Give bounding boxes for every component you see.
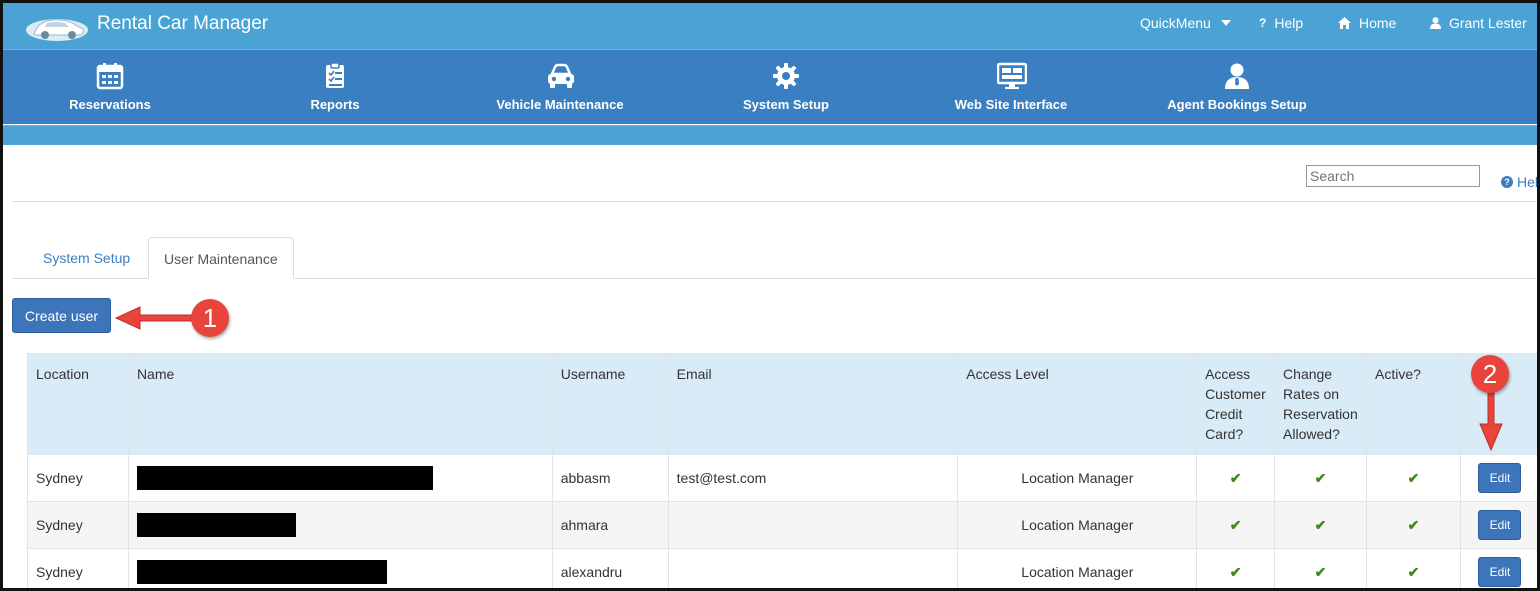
cell-actions: Edit — [1459, 548, 1540, 591]
create-user-button[interactable]: Create user — [12, 298, 111, 333]
user-menu[interactable]: Grant Lester — [1430, 15, 1527, 31]
help-link[interactable]: ? Hel — [1501, 174, 1538, 190]
nav-web-site-interface[interactable]: Web Site Interface — [911, 50, 1111, 125]
gear-icon — [773, 63, 799, 89]
tab-user-maintenance[interactable]: User Maintenance — [148, 237, 294, 279]
arrow-down-icon — [1479, 391, 1503, 452]
user-name: Grant Lester — [1449, 15, 1527, 31]
redacted-name — [136, 560, 387, 584]
edit-button[interactable]: Edit — [1478, 557, 1522, 587]
header-change-rates[interactable]: Change Rates on Reservation Allowed? — [1274, 353, 1368, 455]
cell-username: ahmara — [551, 501, 669, 549]
main-nav: Reservations Reports Vehicle Maintenance — [0, 49, 1540, 124]
table-row: Sydney abbasm test@test.com Location Man… — [27, 454, 1540, 502]
sub-nav-strip — [0, 125, 1540, 145]
divider — [12, 201, 1536, 202]
home-link[interactable]: Home — [1338, 15, 1396, 31]
check-icon: ✔ — [1366, 548, 1461, 591]
check-icon: ✔ — [1274, 548, 1368, 591]
tab-system-setup[interactable]: System Setup — [28, 237, 145, 279]
cell-location: Sydney — [27, 548, 129, 591]
header-username[interactable]: Username — [551, 353, 669, 455]
cell-username: abbasm — [551, 454, 669, 502]
header-email[interactable]: Email — [667, 353, 959, 455]
nav-label: Reports — [310, 97, 360, 112]
nav-reports[interactable]: Reports — [235, 50, 435, 125]
header-access-level[interactable]: Access Level — [957, 353, 1198, 455]
check-icon: ✔ — [1366, 454, 1461, 502]
callout-badge-1: 1 — [191, 299, 229, 337]
check-icon: ✔ — [1196, 501, 1276, 549]
help-link-top[interactable]: ? Help — [1259, 15, 1303, 31]
nav-label: Vehicle Maintenance — [496, 97, 624, 112]
nav-reservations[interactable]: Reservations — [10, 50, 210, 125]
nav-label: System Setup — [743, 97, 829, 112]
help-label: Help — [1274, 15, 1304, 31]
nav-vehicle-maintenance[interactable]: Vehicle Maintenance — [460, 50, 660, 125]
nav-agent-bookings-setup[interactable]: Agent Bookings Setup — [1137, 50, 1337, 125]
person-icon — [1225, 63, 1249, 89]
users-table: Location Name Username Email Access Leve… — [27, 353, 1540, 591]
cell-access-level: Location Manager — [957, 454, 1198, 502]
table-header-row: Location Name Username Email Access Leve… — [27, 353, 1540, 455]
edit-button[interactable]: Edit — [1478, 510, 1522, 540]
help-circle-icon: ? — [1501, 176, 1513, 188]
arrow-left-icon — [114, 306, 195, 330]
nav-system-setup[interactable]: System Setup — [686, 50, 886, 125]
cell-access-level: Location Manager — [957, 548, 1198, 591]
user-icon — [1430, 17, 1441, 29]
car-logo-icon — [26, 19, 88, 41]
table-row: Sydney ahmara Location Manager ✔ ✔ ✔ Edi… — [27, 501, 1540, 549]
table-row: Sydney alexandru Location Manager ✔ ✔ ✔ … — [27, 548, 1540, 591]
quickmenu-label: QuickMenu — [1140, 15, 1211, 31]
cell-location: Sydney — [27, 454, 129, 502]
quickmenu-dropdown[interactable]: QuickMenu — [1140, 15, 1231, 31]
redacted-name — [136, 513, 296, 537]
home-label: Home — [1359, 15, 1397, 31]
cell-actions: Edit — [1459, 501, 1540, 549]
header-active[interactable]: Active? — [1366, 353, 1461, 455]
app-title[interactable]: Rental Car Manager — [97, 13, 268, 35]
top-bar: Rental Car Manager QuickMenu ? Help Home… — [0, 0, 1540, 49]
calendar-icon — [96, 63, 124, 90]
cell-email — [667, 501, 959, 549]
cell-email — [667, 548, 959, 591]
cell-actions: Edit — [1459, 454, 1540, 502]
caret-down-icon — [1220, 20, 1231, 26]
check-icon: ✔ — [1274, 454, 1368, 502]
cell-username: alexandru — [551, 548, 669, 591]
cell-name — [127, 548, 553, 591]
cell-email: test@test.com — [667, 454, 959, 502]
home-icon — [1338, 17, 1351, 29]
help-link-label: Hel — [1517, 174, 1539, 190]
cell-name — [127, 501, 553, 549]
check-icon: ✔ — [1366, 501, 1461, 549]
callout-badge-2: 2 — [1471, 355, 1509, 393]
cell-access-level: Location Manager — [957, 501, 1198, 549]
nav-label: Web Site Interface — [954, 97, 1068, 112]
check-icon: ✔ — [1196, 548, 1276, 591]
header-name[interactable]: Name — [127, 353, 553, 455]
nav-label: Reservations — [69, 97, 151, 112]
edit-button[interactable]: Edit — [1478, 463, 1522, 493]
cell-location: Sydney — [27, 501, 129, 549]
monitor-icon — [997, 62, 1027, 89]
clipboard-icon — [326, 62, 344, 88]
search-input[interactable] — [1306, 165, 1480, 187]
car-icon — [548, 63, 574, 88]
check-icon: ✔ — [1274, 501, 1368, 549]
question-icon: ? — [1259, 16, 1267, 30]
header-access-credit-card[interactable]: Access Customer Credit Card? — [1196, 353, 1276, 455]
nav-label: Agent Bookings Setup — [1167, 97, 1307, 112]
header-location[interactable]: Location — [27, 353, 129, 455]
cell-name — [127, 454, 553, 502]
redacted-name — [136, 466, 433, 490]
check-icon: ✔ — [1196, 454, 1276, 502]
